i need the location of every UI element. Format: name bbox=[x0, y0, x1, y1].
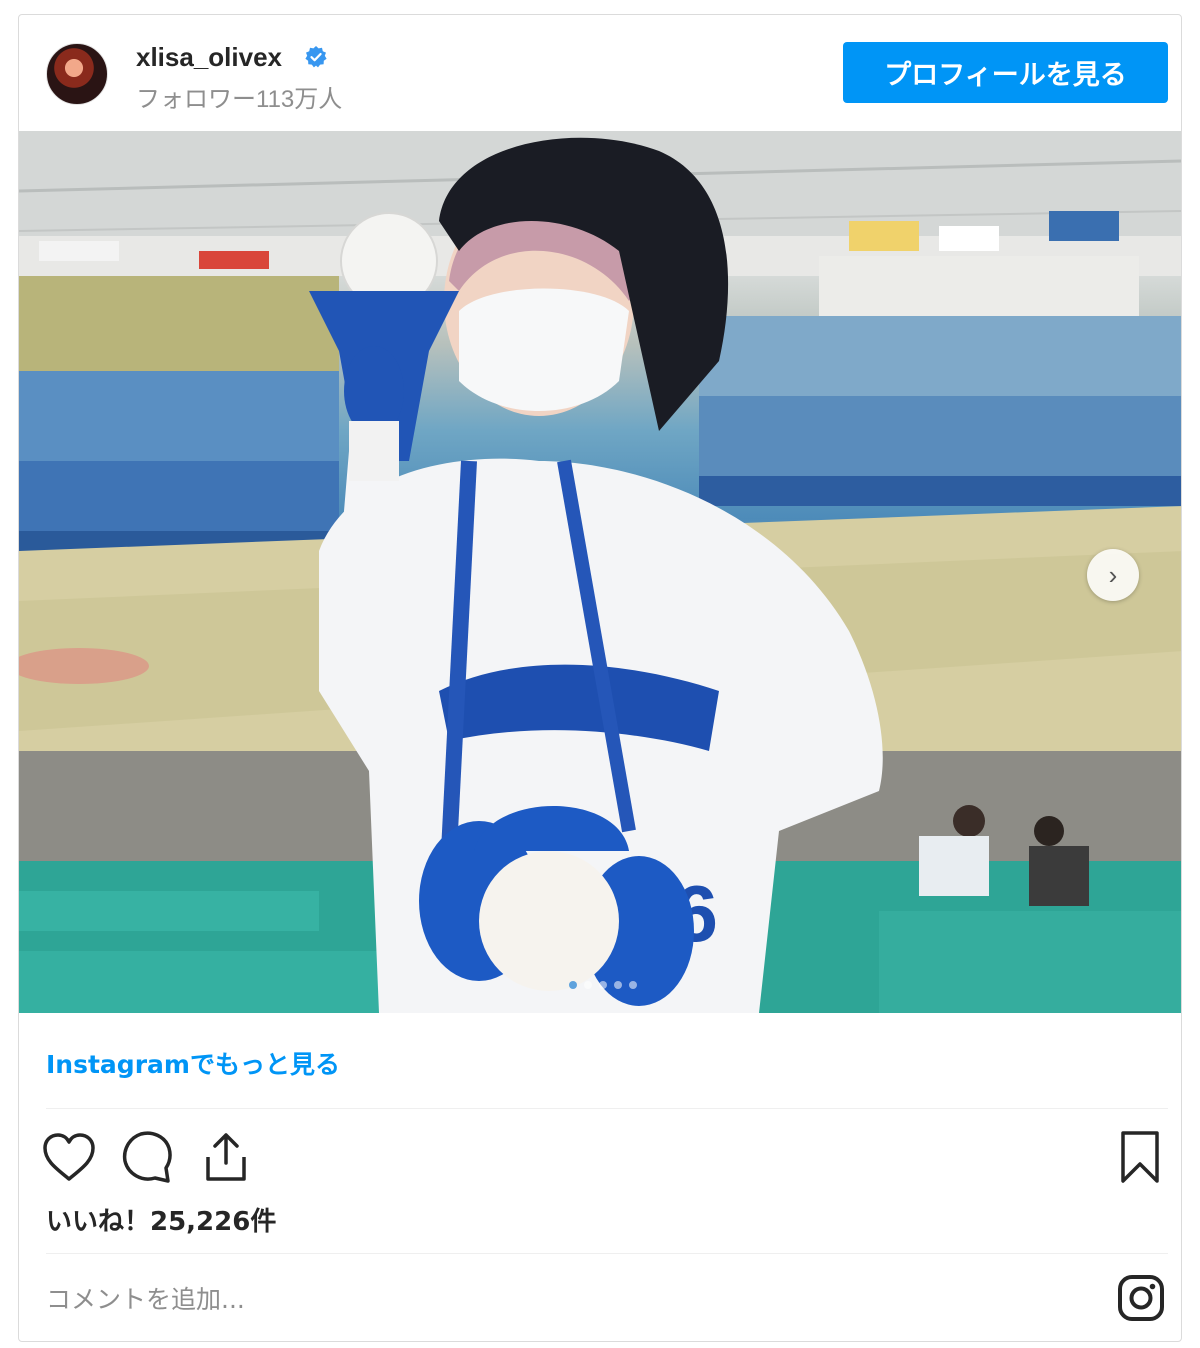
heart-icon[interactable] bbox=[41, 1131, 97, 1183]
post-header: xlisa_olivex フォロワー113万人 プロフィールを見る bbox=[19, 15, 1181, 131]
view-more-on-instagram-link[interactable]: Instagramでもっと見る bbox=[46, 1045, 340, 1081]
carousel-dot bbox=[569, 981, 577, 989]
next-photo-button[interactable]: › bbox=[1087, 549, 1139, 601]
carousel-dot bbox=[614, 981, 622, 989]
verified-badge-icon bbox=[305, 46, 327, 68]
divider bbox=[46, 1108, 1168, 1109]
post-photo[interactable]: 66 bbox=[19, 131, 1181, 1013]
avatar[interactable] bbox=[46, 43, 108, 105]
username[interactable]: xlisa_olivex bbox=[136, 42, 282, 73]
carousel-dot bbox=[584, 981, 592, 989]
instagram-icon[interactable] bbox=[1116, 1273, 1166, 1323]
view-profile-button[interactable]: プロフィールを見る bbox=[843, 42, 1168, 103]
carousel-dot bbox=[629, 981, 637, 989]
like-count: いいね！25,226件 bbox=[46, 1207, 277, 1237]
comment-input[interactable] bbox=[46, 1279, 1046, 1319]
carousel-indicator bbox=[569, 981, 637, 989]
comment-icon[interactable] bbox=[119, 1129, 175, 1185]
post-actions bbox=[19, 1125, 1181, 1185]
divider bbox=[46, 1253, 1168, 1254]
share-icon[interactable] bbox=[199, 1129, 253, 1185]
chevron-right-icon: › bbox=[1108, 559, 1118, 590]
bookmark-icon[interactable] bbox=[1117, 1129, 1163, 1185]
instagram-embed-card: xlisa_olivex フォロワー113万人 プロフィールを見る › Inst… bbox=[18, 14, 1182, 1342]
follower-count: フォロワー113万人 bbox=[136, 86, 343, 113]
post-photo-illustration: 66 bbox=[19, 131, 1181, 1013]
carousel-dot bbox=[599, 981, 607, 989]
